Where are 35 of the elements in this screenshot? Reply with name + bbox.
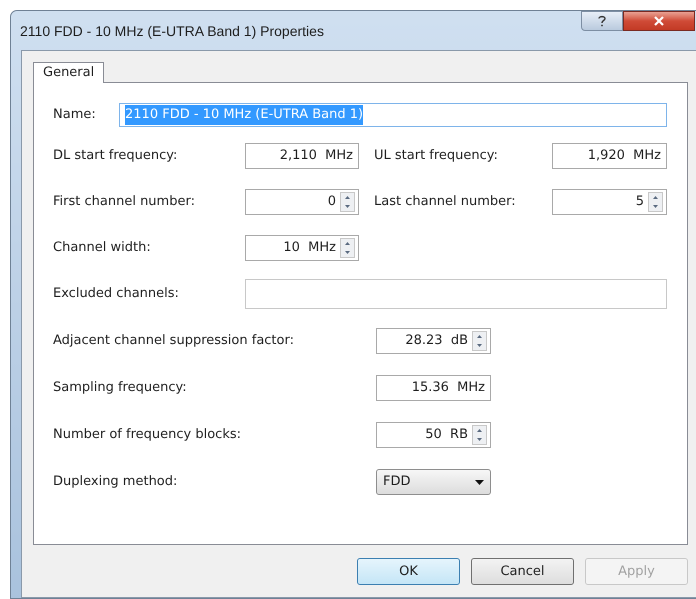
spin-buttons[interactable] — [340, 192, 355, 212]
help-button[interactable] — [581, 11, 623, 31]
tab[interactable]: General — [33, 62, 104, 83]
question-mark-icon — [598, 15, 606, 27]
field-label: Excluded channels: — [53, 285, 180, 304]
spin-buttons[interactable] — [340, 238, 355, 258]
input-field[interactable] — [245, 279, 667, 309]
field-label: Adjacent channel suppression factor: — [53, 332, 295, 350]
field-label: Channel width: — [53, 239, 152, 258]
field-label: Number of frequency blocks: — [53, 426, 242, 444]
spin-buttons[interactable] — [472, 425, 487, 445]
input-field[interactable]: 1,920 MHz — [552, 143, 667, 169]
spin-buttons[interactable] — [472, 331, 487, 351]
spinner-field[interactable]: 28.23 dB — [376, 328, 491, 354]
window-title: 2110 FDD - 10 MHz (E-UTRA Band 1) Properties — [20, 22, 324, 41]
field-label: UL start frequency: — [373, 147, 499, 166]
input-field[interactable]: 2,110 MHz — [245, 143, 359, 169]
field-label: Last channel number: — [373, 193, 517, 212]
spin-buttons[interactable] — [648, 192, 663, 212]
spinner-field[interactable]: 0 — [245, 189, 359, 215]
field-label: DL start frequency: — [53, 147, 178, 166]
caret-icon — [475, 480, 484, 484]
close-icon — [653, 16, 665, 26]
dialog-button[interactable]: Cancel — [471, 558, 574, 585]
dialog-button[interactable]: OK — [357, 558, 460, 585]
field-label: Duplexing method: — [53, 473, 178, 492]
field-label: Sampling frequency: — [53, 379, 188, 398]
spinner-field[interactable]: 5 — [552, 189, 667, 215]
close-button[interactable] — [623, 11, 695, 31]
field-label: First channel number: — [53, 193, 196, 212]
input-field[interactable]: 15.36 MHz — [376, 375, 491, 401]
spinner-field[interactable]: 10 MHz — [245, 235, 359, 261]
spinner-field[interactable]: 50 RB — [376, 422, 491, 448]
dropdown[interactable]: FDD — [376, 469, 491, 495]
field-label: Name: — [53, 106, 97, 124]
